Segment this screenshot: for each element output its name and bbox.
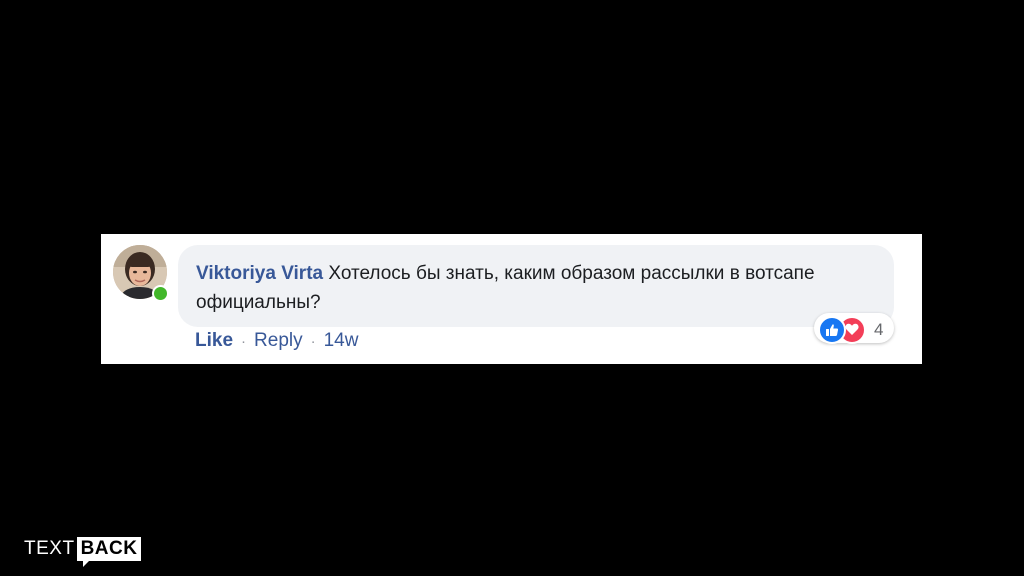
logo-text: TEXT xyxy=(24,538,75,559)
screen: Viktoriya Virta Хотелось бы знать, каким… xyxy=(0,0,1024,576)
reactions-summary[interactable]: 4 xyxy=(814,313,894,344)
comment-bubble: Viktoriya Virta Хотелось бы знать, каким… xyxy=(178,245,894,327)
textback-logo: TEXT BACK xyxy=(24,535,142,567)
reply-button[interactable]: Reply xyxy=(254,330,303,352)
online-status-indicator xyxy=(152,285,169,302)
logo-boxed-label: BACK xyxy=(80,538,138,559)
action-separator: · xyxy=(241,332,247,350)
comment-author-name[interactable]: Viktoriya Virta xyxy=(196,263,323,284)
comment-card: Viktoriya Virta Хотелось бы знать, каким… xyxy=(101,234,922,364)
comment-actions: Like · Reply · 14w xyxy=(195,330,358,352)
logo-boxed-text: BACK xyxy=(76,537,142,567)
like-button[interactable]: Like xyxy=(195,330,233,352)
like-icon xyxy=(818,315,846,344)
reaction-count: 4 xyxy=(874,319,884,339)
speech-tail-icon xyxy=(82,561,89,567)
action-separator: · xyxy=(310,332,316,350)
comment-timestamp[interactable]: 14w xyxy=(324,330,359,352)
